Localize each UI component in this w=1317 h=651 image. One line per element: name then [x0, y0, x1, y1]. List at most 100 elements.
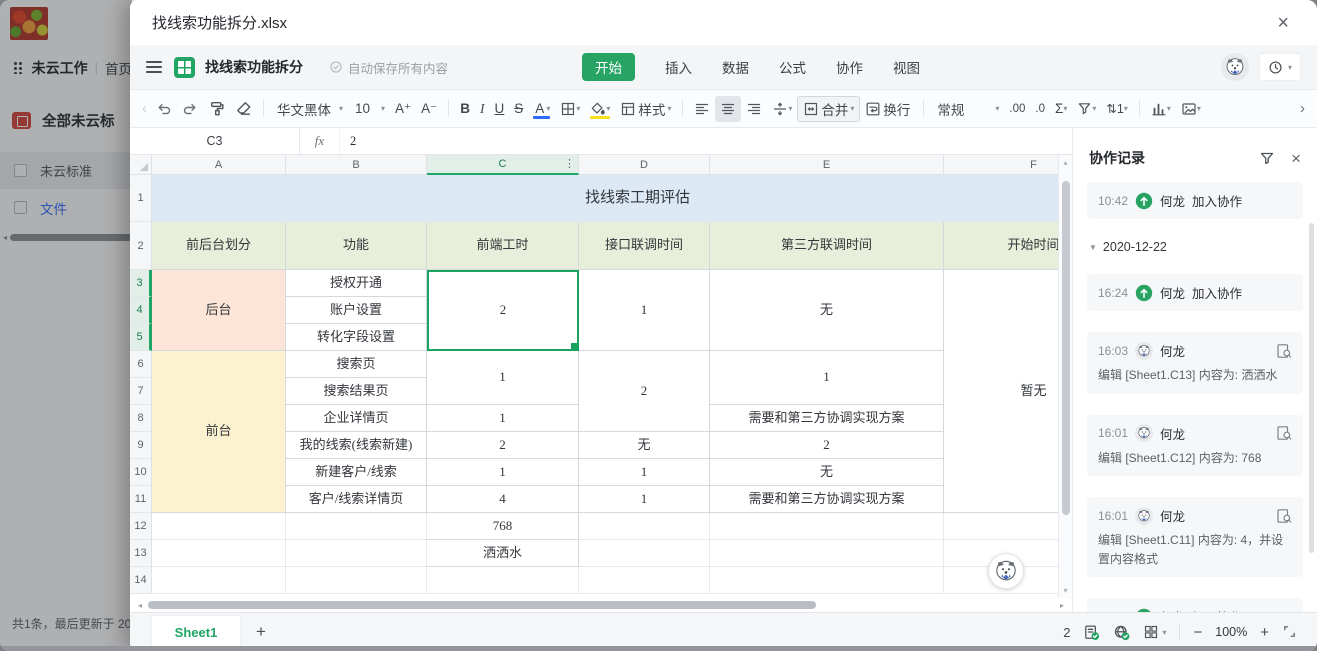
increase-decimal-button[interactable]: .00: [1004, 96, 1030, 122]
cell-C12[interactable]: 768: [427, 513, 579, 540]
vertical-scrollbar[interactable]: ▴ ▾: [1058, 155, 1072, 598]
sort-button[interactable]: ⇅1: [1101, 96, 1132, 122]
cell-F2[interactable]: 开始时间: [944, 222, 1058, 270]
tab-视图[interactable]: 视图: [893, 57, 920, 77]
cell-D2[interactable]: 接口联调时间: [579, 222, 710, 270]
cell-B14[interactable]: [286, 567, 427, 594]
cell-B2[interactable]: 功能: [286, 222, 427, 270]
add-sheet-button[interactable]: +: [256, 622, 266, 642]
undo-button[interactable]: [151, 96, 177, 122]
cell-E8[interactable]: 需要和第三方协调实现方案: [710, 405, 944, 432]
grid-corner-select-all[interactable]: [130, 155, 152, 175]
cell-A12[interactable]: [152, 513, 286, 540]
collab-entry[interactable]: 10:42何龙加入协作: [1087, 182, 1303, 219]
hscrollbar-thumb[interactable]: [148, 601, 816, 609]
format-painter-button[interactable]: [203, 96, 230, 122]
scroll-up-icon[interactable]: ▴: [1059, 158, 1072, 167]
cell-D14[interactable]: [579, 567, 710, 594]
font-size-select[interactable]: 10: [348, 96, 390, 122]
cell-B6[interactable]: 搜索页: [286, 351, 427, 378]
cell-A1[interactable]: 找线索工期评估: [152, 175, 1058, 222]
collab-entry[interactable]: 16:00何龙加入协作: [1087, 598, 1303, 612]
cell-B9[interactable]: 我的线索(线索新建): [286, 432, 427, 459]
panel-scrollbar-thumb[interactable]: [1309, 223, 1314, 553]
collab-entry[interactable]: 16:01何龙编辑 [Sheet1.C11] 内容为: 4，并设置内容格式: [1087, 497, 1303, 577]
collab-entry[interactable]: 16:03何龙编辑 [Sheet1.C13] 内容为: 洒洒水: [1087, 332, 1303, 394]
cell-C3[interactable]: 2: [427, 270, 579, 351]
cell-E3[interactable]: 无: [710, 270, 944, 351]
user-avatar[interactable]: [1221, 53, 1249, 81]
cell-A13[interactable]: [152, 540, 286, 567]
horizontal-scrollbar[interactable]: ◂ ▸: [130, 598, 1072, 612]
row-header-1[interactable]: 1: [130, 175, 152, 222]
insert-image-button[interactable]: [1176, 96, 1206, 122]
wrap-text-button[interactable]: 换行: [860, 96, 917, 122]
decrease-font-button[interactable]: A⁻: [416, 96, 442, 122]
preview-edit-icon[interactable]: [1276, 343, 1292, 359]
cell-F12[interactable]: [944, 513, 1058, 540]
panel-close-icon[interactable]: ×: [1291, 150, 1301, 167]
cell-C6[interactable]: 1: [427, 351, 579, 405]
toolbar-scroll-right-icon[interactable]: ›: [1296, 100, 1309, 117]
fullscreen-icon[interactable]: [1282, 624, 1299, 641]
cell-F3[interactable]: 暂无: [944, 270, 1058, 513]
column-header-B[interactable]: B: [286, 155, 427, 175]
close-icon[interactable]: ×: [1271, 11, 1295, 35]
borders-button[interactable]: [555, 96, 585, 122]
doc-check-icon[interactable]: [1083, 624, 1100, 641]
strikethrough-button[interactable]: S: [509, 96, 528, 122]
cell-B10[interactable]: 新建客户/线索: [286, 459, 427, 486]
row-header-13[interactable]: 13: [130, 540, 152, 567]
cell-A2[interactable]: 前后台划分: [152, 222, 286, 270]
cell-C8[interactable]: 1: [427, 405, 579, 432]
cell-C2[interactable]: 前端工时: [427, 222, 579, 270]
cell-E14[interactable]: [710, 567, 944, 594]
row-header-8[interactable]: 8: [130, 405, 152, 432]
cell-A6[interactable]: 前台: [152, 351, 286, 513]
cell-D13[interactable]: [579, 540, 710, 567]
cell-E2[interactable]: 第三方联调时间: [710, 222, 944, 270]
row-header-5[interactable]: 5: [130, 324, 152, 351]
zoom-out-button[interactable]: −: [1193, 624, 1202, 641]
row-header-3[interactable]: 3: [130, 270, 152, 297]
row-header-10[interactable]: 10: [130, 459, 152, 486]
cell-style-button[interactable]: 样式: [615, 96, 676, 122]
column-header-E[interactable]: E: [710, 155, 944, 175]
row-header-7[interactable]: 7: [130, 378, 152, 405]
formula-input[interactable]: 2: [340, 128, 1072, 154]
column-header-C[interactable]: C⋮: [427, 155, 579, 175]
scroll-right-icon[interactable]: ▸: [1056, 601, 1068, 610]
globe-check-icon[interactable]: [1113, 624, 1130, 641]
sum-button[interactable]: Σ: [1050, 96, 1072, 122]
font-family-select[interactable]: 华文黑体: [270, 96, 348, 122]
clear-format-button[interactable]: [230, 96, 257, 122]
row-header-12[interactable]: 12: [130, 513, 152, 540]
column-menu-icon[interactable]: ⋮: [564, 157, 574, 170]
font-color-button[interactable]: A: [528, 96, 555, 122]
cell-C13[interactable]: 洒洒水: [427, 540, 579, 567]
hamburger-menu-icon[interactable]: [146, 66, 162, 68]
toolbar-scroll-left-icon[interactable]: ‹: [138, 100, 151, 117]
cell-D10[interactable]: 1: [579, 459, 710, 486]
underline-button[interactable]: U: [490, 96, 510, 122]
cell-D11[interactable]: 1: [579, 486, 710, 513]
cell-B13[interactable]: [286, 540, 427, 567]
cell-B8[interactable]: 企业详情页: [286, 405, 427, 432]
cell-E10[interactable]: 无: [710, 459, 944, 486]
cell-B12[interactable]: [286, 513, 427, 540]
column-header-A[interactable]: A: [152, 155, 286, 175]
preview-edit-icon[interactable]: [1276, 508, 1292, 524]
number-format-select[interactable]: 常规: [930, 96, 1004, 122]
scroll-left-icon[interactable]: ◂: [134, 601, 146, 610]
cell-A14[interactable]: [152, 567, 286, 594]
row-header-14[interactable]: 14: [130, 567, 152, 594]
bold-button[interactable]: B: [455, 96, 475, 122]
filter-button[interactable]: [1072, 96, 1101, 122]
sheet-tab[interactable]: Sheet1: [152, 616, 240, 649]
merge-cells-button[interactable]: 合并: [797, 96, 860, 122]
filter-icon[interactable]: [1259, 150, 1275, 166]
cell-E12[interactable]: [710, 513, 944, 540]
collab-date-group[interactable]: ▼2020-12-22: [1089, 240, 1303, 254]
tab-开始[interactable]: 开始: [582, 53, 635, 81]
fill-color-button[interactable]: [585, 96, 615, 122]
